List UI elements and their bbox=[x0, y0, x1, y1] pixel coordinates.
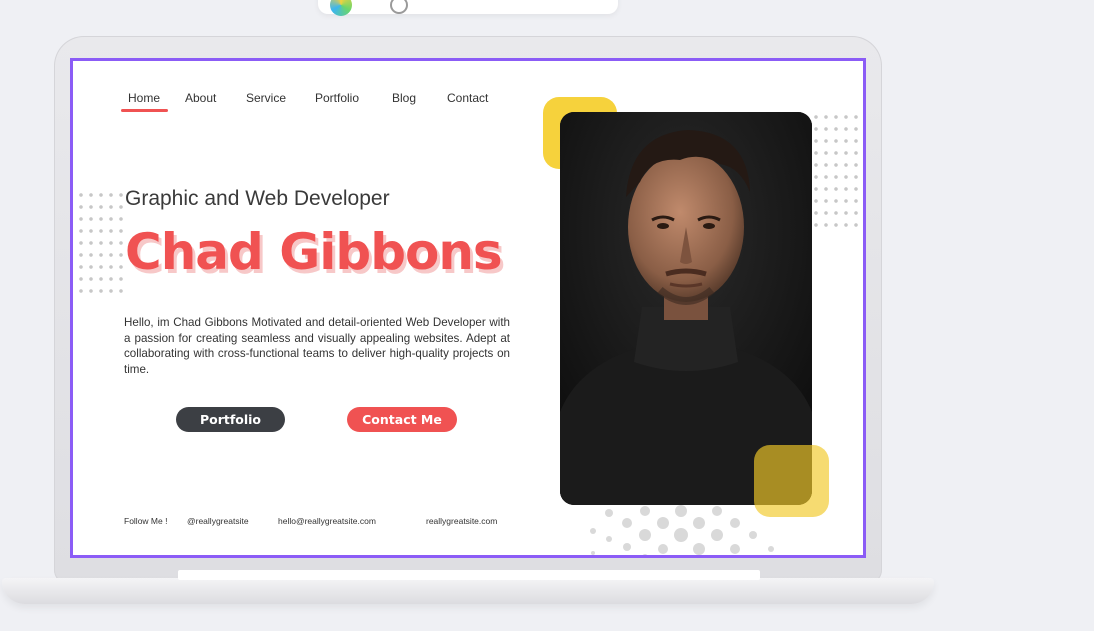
laptop-notch bbox=[178, 570, 760, 580]
portfolio-button[interactable]: Portfolio bbox=[176, 407, 285, 432]
email-link[interactable]: hello@reallygreatsite.com bbox=[278, 516, 376, 526]
social-handle-link[interactable]: @reallygreatsite bbox=[187, 516, 249, 526]
color-wheel-icon[interactable] bbox=[330, 0, 352, 16]
nav-home-link[interactable]: Home bbox=[128, 91, 160, 105]
laptop-screen: Home About Service Portfolio Blog Contac… bbox=[70, 58, 866, 558]
active-nav-underline bbox=[121, 109, 168, 112]
nav-portfolio-link[interactable]: Portfolio bbox=[315, 91, 359, 105]
circle-icon[interactable] bbox=[390, 0, 408, 14]
browser-top-pill bbox=[318, 0, 618, 16]
hero-name: Chad Gibbons bbox=[125, 223, 503, 281]
nav-contact-link[interactable]: Contact bbox=[447, 91, 488, 105]
nav-blog-link[interactable]: Blog bbox=[392, 91, 416, 105]
laptop-base bbox=[2, 578, 934, 604]
hero-bio: Hello, im Chad Gibbons Motivated and det… bbox=[124, 316, 510, 377]
website-link[interactable]: reallygreatsite.com bbox=[426, 516, 497, 526]
circle-pattern bbox=[590, 505, 774, 555]
nav-about-link[interactable]: About bbox=[185, 91, 216, 105]
hero-subtitle: Graphic and Web Developer bbox=[125, 187, 390, 210]
dot-pattern-left bbox=[76, 189, 126, 301]
nav-service-link[interactable]: Service bbox=[246, 91, 286, 105]
dot-pattern-right bbox=[811, 111, 863, 229]
contact-me-button[interactable]: Contact Me bbox=[347, 407, 457, 432]
follow-me-label: Follow Me ! bbox=[124, 516, 168, 526]
